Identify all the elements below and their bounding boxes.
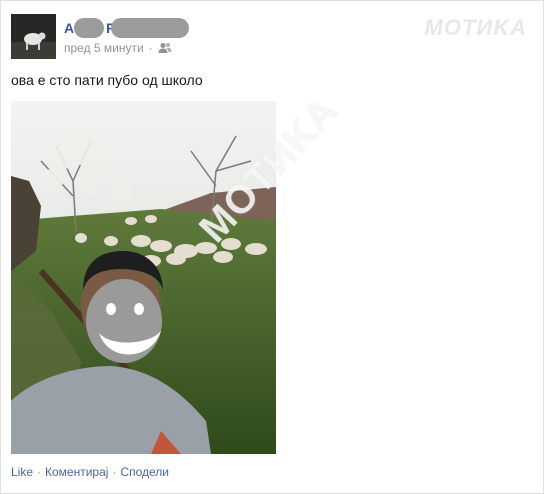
share-link[interactable]: Сподели	[120, 465, 169, 479]
author-name-blur	[111, 18, 190, 38]
action-separator: ·	[37, 465, 42, 479]
comment-link[interactable]: Коментирај	[45, 465, 108, 479]
post-text: ова е сто пати пубо од школо	[11, 72, 203, 88]
post-card: A P пред 5 минути · MOTИKA ова е сто пат…	[0, 0, 544, 494]
avatar-image	[11, 14, 56, 59]
action-separator: ·	[112, 465, 117, 479]
meta-separator: ·	[148, 41, 153, 55]
author-name-blur	[74, 18, 105, 38]
watermark-top: MOTИKA	[424, 15, 527, 40]
author-initial: A	[64, 20, 75, 36]
post-timestamp[interactable]: пред 5 минути	[64, 41, 144, 55]
photo-image	[11, 101, 276, 454]
avatar[interactable]	[11, 14, 56, 59]
author-name[interactable]: A P	[64, 18, 190, 38]
post-meta: пред 5 минути ·	[64, 41, 172, 55]
post-actions: Like · Коментирај · Сподели	[11, 465, 169, 479]
friends-icon[interactable]	[158, 42, 172, 54]
post-photo[interactable]	[11, 101, 276, 454]
like-link[interactable]: Like	[11, 465, 33, 479]
